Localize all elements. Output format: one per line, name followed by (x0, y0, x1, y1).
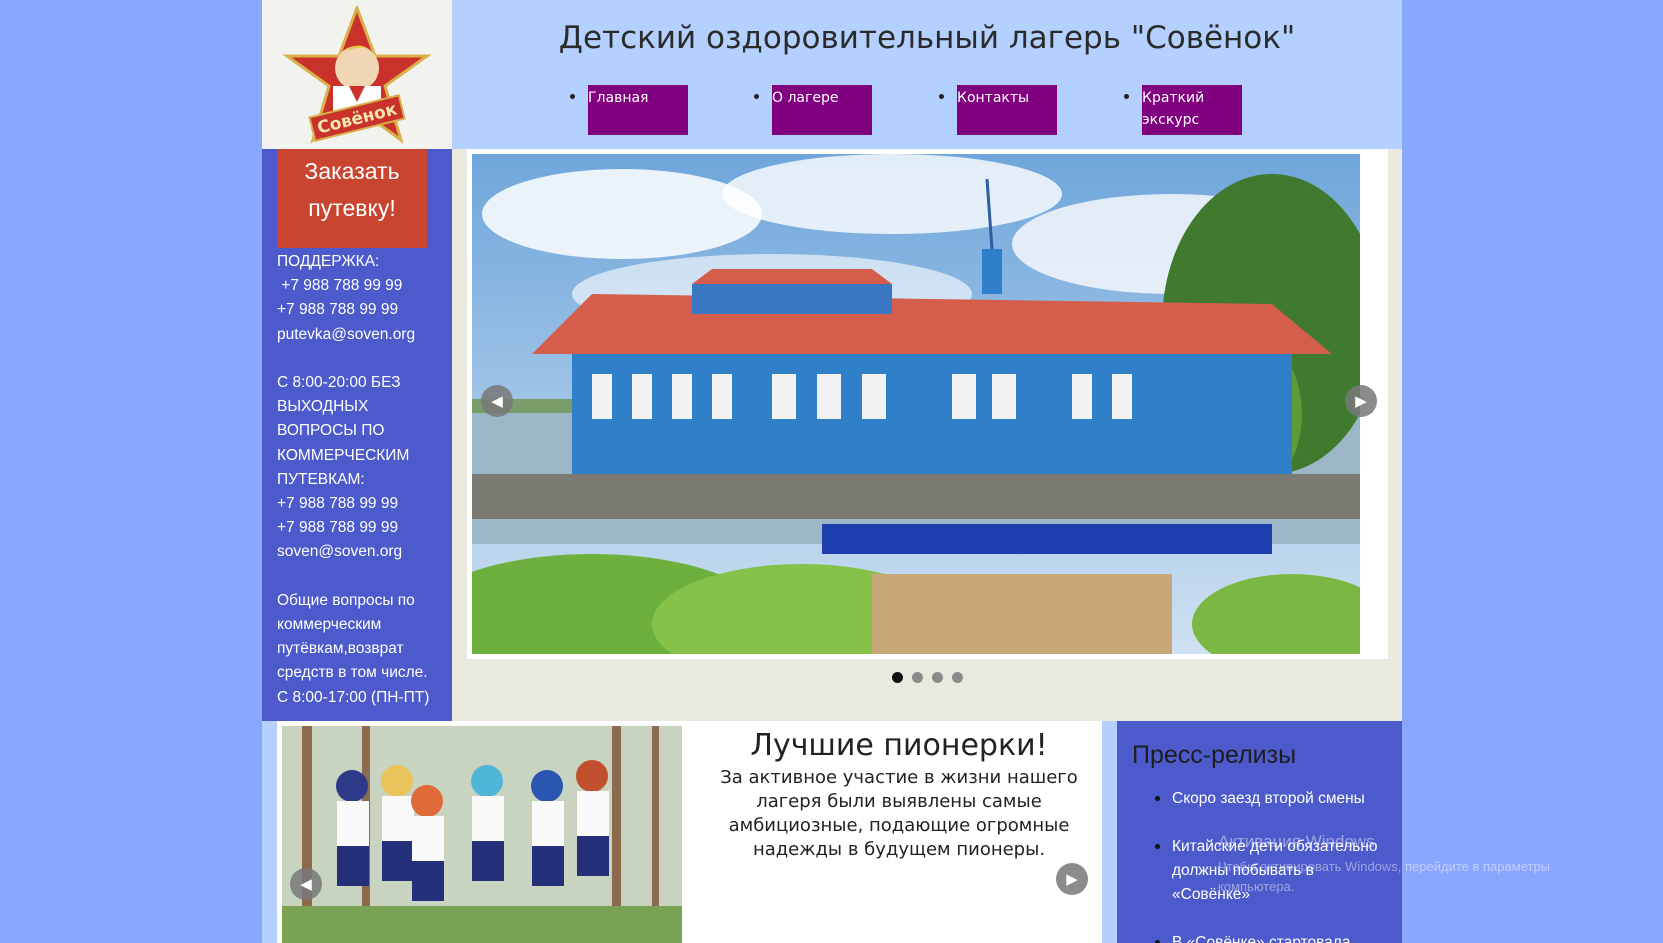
slider-dot[interactable] (932, 672, 943, 683)
support-line: ПОДДЕРЖКА: (277, 253, 380, 270)
support-line: С 8:00-17:00 (ПН-ПТ) (277, 688, 430, 706)
slide-image-boathouse (472, 154, 1360, 654)
chevron-right-icon: ▶ (1066, 870, 1078, 888)
bullet-icon (754, 94, 759, 99)
feature-photo: ◀ (282, 726, 682, 943)
press-item-label: В «Совёнке» стартовала (1172, 934, 1351, 943)
support-phone[interactable]: +7 988 788 99 99 (277, 492, 449, 516)
chevron-left-icon: ◀ (300, 875, 312, 893)
support-line: ВОПРОСЫ ПО (277, 422, 385, 440)
feature-text: За активное участие в жизни нашего лагер… (720, 767, 1078, 860)
support-line: ПУТЕВКАМ: (277, 470, 365, 488)
support-line: КОММЕРЧЕСКИМ (277, 446, 410, 464)
bullet-icon (1124, 94, 1129, 99)
bullet-icon (1155, 844, 1160, 849)
slider-prev-button[interactable]: ◀ (481, 385, 513, 417)
sidebar: Заказать путевку! ПОДДЕРЖКА: +7 988 788 … (262, 149, 452, 721)
nav-item-label: Главная (588, 90, 649, 106)
support-email[interactable]: soven@soven.org (277, 540, 449, 564)
page-container: Совёнок Детский оздоровительный лагерь "… (262, 0, 1402, 943)
feature-prev-button[interactable]: ◀ (290, 868, 322, 900)
camp-logo: Совёнок (282, 6, 432, 144)
chevron-left-icon: ◀ (491, 392, 503, 410)
support-line (277, 347, 449, 371)
press-item[interactable]: Скоро заезд второй смены (1155, 787, 1387, 811)
boathouse-photo (472, 154, 1360, 654)
slider-dot[interactable] (892, 672, 903, 683)
support-phone[interactable]: +7 988 788 99 99 (277, 274, 449, 298)
nav-item-contacts[interactable]: Контакты (939, 85, 1057, 135)
support-phone[interactable]: +7 988 788 99 99 (277, 516, 449, 540)
support-line: ВЫХОДНЫХ (277, 398, 369, 416)
press-title: Пресс-релизы (1132, 741, 1297, 769)
support-line (277, 565, 449, 589)
support-line: путёвкам,возврат (277, 640, 404, 658)
support-line: Общие вопросы по (277, 591, 415, 609)
site-title: Детский оздоровительный лагерь "Совёнок" (558, 20, 1296, 56)
slider-dot[interactable] (952, 672, 963, 683)
windows-activation-title: Активация Windows (1218, 832, 1375, 851)
slider-next-button[interactable]: ▶ (1345, 385, 1377, 417)
support-phone[interactable]: +7 988 788 99 99 (277, 298, 449, 322)
nav-item-label: О лагере (772, 90, 839, 106)
feature-card: ◀ Лучшие пионерки! За активное участие в… (277, 721, 1102, 943)
bullet-icon (570, 94, 575, 99)
site-header: Детский оздоровительный лагерь "Совёнок"… (452, 0, 1402, 149)
order-trip-button[interactable]: Заказать путевку! (277, 149, 427, 248)
feature-title: Лучшие пионерки! (750, 728, 1048, 763)
nav-item-label: Контакты (957, 90, 1030, 106)
logo-box[interactable]: Совёнок (262, 0, 452, 149)
main-nav: Главная О лагере Контакты Краткий экскур… (452, 85, 1402, 135)
nav-item-label: Краткий экскурс (1142, 90, 1205, 128)
nav-item-home[interactable]: Главная (570, 85, 688, 135)
press-item[interactable]: В «Совёнке» стартовала (1155, 931, 1387, 943)
chevron-right-icon: ▶ (1355, 392, 1367, 410)
bullet-icon (939, 94, 944, 99)
windows-activation-text: Чтобы активировать Windows, перейдите в … (1218, 859, 1551, 894)
press-item-label: Скоро заезд второй смены (1172, 790, 1365, 807)
feature-next-button[interactable]: ▶ (1056, 863, 1088, 895)
support-email[interactable]: putevka@soven.org (277, 323, 449, 347)
slider-dot[interactable] (912, 672, 923, 683)
nav-item-tour[interactable]: Краткий экскурс (1124, 85, 1242, 135)
support-line: С 8:00-20:00 БЕЗ (277, 374, 401, 392)
pioneer-girls-photo (282, 726, 682, 943)
image-slider: ◀ ▶ (467, 149, 1388, 659)
support-line: средств в том числе. (277, 664, 428, 682)
support-contacts: ПОДДЕРЖКА: +7 988 788 99 99 +7 988 788 9… (277, 250, 449, 710)
support-line: коммерческим (277, 616, 382, 634)
bullet-icon (1155, 796, 1160, 801)
nav-item-about[interactable]: О лагере (754, 85, 872, 135)
